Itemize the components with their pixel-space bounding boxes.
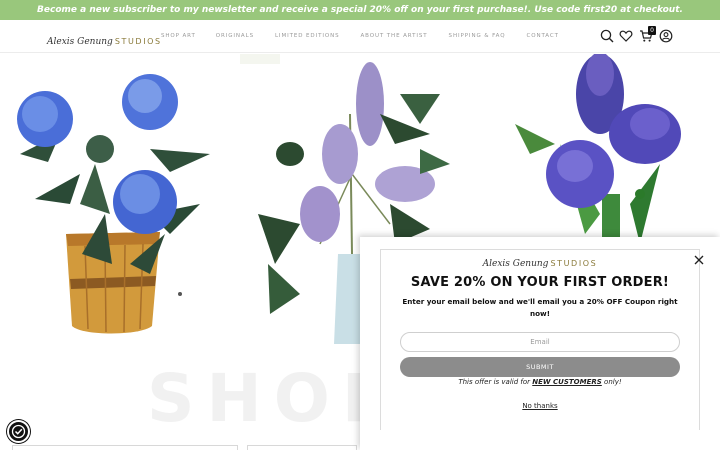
submit-button[interactable]: SUBMIT [400,357,680,377]
nav-originals[interactable]: ORIGINALS [216,33,254,39]
validity-suffix: only! [601,378,622,386]
header-icons [598,28,678,44]
announcement-bar: Become a new subscriber to my newsletter… [0,0,720,20]
validity-prefix: This offer is valid for [458,378,533,386]
popup-logo: Alexis Genung STUDIOS [360,251,720,270]
popup-logo-studios: STUDIOS [550,259,598,268]
offer-validity-text: This offer is valid for NEW CUSTOMERS on… [360,378,720,386]
validity-highlight: NEW CUSTOMERS [532,378,602,386]
popup-logo-script: Alexis Genung [482,259,549,269]
cart-count-badge: 0 [648,26,656,35]
main-nav: SHOP ART ORIGINALS LIMITED EDITIONS ABOU… [161,33,559,39]
nav-shop-art[interactable]: SHOP ART [161,33,196,39]
search-icon[interactable] [600,28,616,44]
popup-headline: SAVE 20% ON YOUR FIRST ORDER! [410,275,670,290]
nav-contact[interactable]: CONTACT [526,33,558,39]
nav-shipping-faq[interactable]: SHIPPING & FAQ [449,33,506,39]
account-icon[interactable] [659,28,675,44]
email-field[interactable] [400,332,680,352]
popup-description: Enter your email below and we'll email y… [402,297,678,318]
nav-about-the-artist[interactable]: ABOUT THE ARTIST [361,33,428,39]
site-logo[interactable]: Alexis Genung STUDIOS [47,29,162,47]
sort-select[interactable] [247,445,357,450]
logo-script-text: Alexis Genung [47,37,113,47]
nav-limited-editions[interactable]: LIMITED EDITIONS [275,33,340,39]
logo-studios-text: STUDIOS [114,37,162,46]
site-header: Alexis Genung STUDIOS SHOP ART ORIGINALS … [0,20,720,53]
accessibility-button[interactable] [7,420,30,443]
hydrangea-painting [17,74,210,334]
heart-icon[interactable] [619,28,635,44]
newsletter-popup: Alexis Genung STUDIOS SAVE 20% ON YOUR FI… [360,237,720,450]
no-thanks-link[interactable]: No thanks [360,402,720,410]
filter-select[interactable] [12,445,238,450]
announcement-text: Become a new subscriber to my newsletter… [37,5,683,15]
